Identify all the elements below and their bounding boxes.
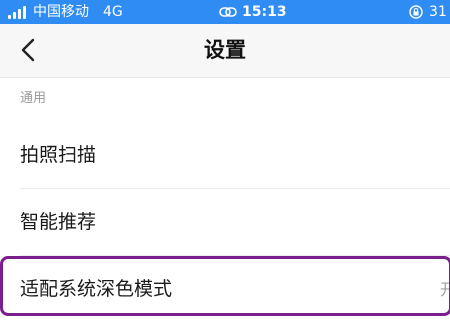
setting-label: 智能推荐 (20, 211, 97, 233)
link-icon (219, 7, 237, 17)
setting-label: 适配系统深色模式 (20, 278, 173, 300)
carrier-name: 中国移动 (33, 4, 89, 20)
page-title: 设置 (204, 38, 246, 62)
setting-value: 开 (439, 280, 450, 299)
nav-bar: 设置 (0, 24, 450, 78)
clock-time: 15:13 (242, 4, 287, 20)
status-bar: 中国移动 4G 15:13 31 (0, 0, 450, 24)
signal-bars-icon (8, 5, 28, 19)
setting-row-photo-scan[interactable]: 拍照扫描 (0, 122, 450, 188)
network-type: 4G (103, 4, 123, 20)
orientation-lock-icon (409, 5, 423, 19)
setting-label: 拍照扫描 (20, 144, 97, 166)
section-header: 通用 (20, 91, 47, 106)
setting-row-smart-recommend[interactable]: 智能推荐 (0, 189, 450, 255)
setting-row-dark-mode[interactable]: 适配系统深色模式 开 (0, 256, 450, 322)
battery-percent: 31 (429, 4, 447, 20)
